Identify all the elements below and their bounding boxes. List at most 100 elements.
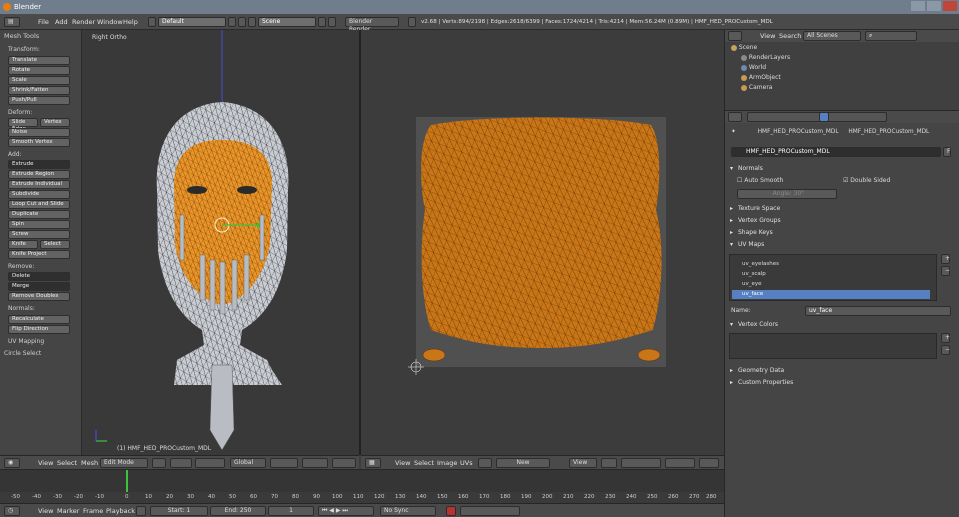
vertex-slide-button[interactable]: Vertex (40, 118, 70, 127)
uv-maps-list[interactable]: uv_eyelashes uv_scalp uv_eye uv_face (729, 254, 937, 301)
loop-cut-button[interactable]: Loop Cut and Slide (8, 200, 70, 209)
maximize-button[interactable] (927, 1, 941, 11)
orientation-dropdown[interactable]: Global (230, 458, 266, 468)
start-frame-field[interactable]: Start: 1 (150, 506, 208, 516)
uv-map-item[interactable]: uv_eye (732, 280, 930, 289)
editor-type-properties-icon[interactable] (728, 112, 742, 122)
editor-type-outliner-icon[interactable] (728, 31, 742, 41)
uv-map-item[interactable]: uv_eyelashes (732, 260, 930, 269)
uv-maps-panel[interactable]: UV Maps (728, 239, 950, 250)
3d-viewport[interactable]: Right Ortho (1) HMF_HED_PROCustom_MDL (82, 30, 359, 455)
current-frame-field[interactable]: 1 (268, 506, 314, 516)
menu-view-outliner[interactable]: View (760, 31, 775, 41)
uv-mapping-label[interactable]: UV Mapping (8, 338, 44, 345)
menu-add[interactable]: Add (55, 17, 68, 27)
keying-set-field[interactable] (460, 506, 520, 516)
layout-close-icon[interactable] (238, 17, 246, 27)
shape-keys-panel[interactable]: Shape Keys (728, 227, 950, 238)
auto-smooth-checkbox[interactable]: ☐ Auto Smooth (737, 177, 783, 184)
uv-map-item-active[interactable]: uv_face (732, 290, 930, 299)
editor-type-uv-icon[interactable]: ▦ (365, 458, 381, 468)
flip-direction-button[interactable]: Flip Direction (8, 325, 70, 334)
scene-filter-dropdown[interactable]: All Scenes (803, 31, 861, 41)
uv-image-editor[interactable] (361, 30, 724, 455)
image-browse-icon[interactable] (478, 458, 492, 468)
noise-button[interactable]: Noise (8, 128, 70, 137)
menu-marker[interactable]: Marker (57, 506, 79, 516)
vertex-colors-list[interactable] (729, 333, 937, 359)
uv-snap-icon[interactable] (665, 458, 695, 468)
menu-playback[interactable]: Playback (106, 506, 135, 516)
normals-panel[interactable]: Normals (728, 163, 950, 174)
subdivide-button[interactable]: Subdivide (8, 190, 70, 199)
shading-icon[interactable] (152, 458, 166, 468)
extrude-individual-button[interactable]: Extrude Individual (8, 180, 70, 189)
outliner-item-scene[interactable]: Scene (731, 43, 757, 53)
editor-type-3d-icon[interactable]: ◉ (4, 458, 20, 468)
knife-button[interactable]: Knife (8, 240, 38, 249)
render-engine-dropdown[interactable]: Blender Render (345, 17, 399, 33)
timeline-track[interactable] (0, 470, 724, 492)
menu-view-timeline[interactable]: View (38, 506, 53, 516)
layout-icon[interactable] (148, 17, 156, 27)
uv-name-field[interactable]: uv_face (805, 306, 951, 316)
mesh-data-tab-icon[interactable] (819, 112, 829, 122)
uv-select-mode-icon[interactable] (621, 458, 661, 468)
pivot-icon[interactable] (170, 458, 192, 468)
extrude-region-button[interactable]: Extrude Region (8, 170, 70, 179)
vertex-colors-panel[interactable]: Vertex Colors (728, 319, 950, 330)
push-pull-button[interactable]: Push/Pull (8, 96, 70, 105)
sync-dropdown[interactable]: No Sync (380, 506, 436, 516)
outliner-item-armobject[interactable]: ArmObject (741, 73, 781, 83)
add-vertex-color-button[interactable]: + (941, 333, 950, 343)
timeline[interactable]: -50 -40 -30 -20 -10 0 10 20 30 40 50 60 … (0, 469, 724, 504)
view-dropdown-uv[interactable]: View (569, 458, 597, 468)
manipulator-icon[interactable] (195, 458, 225, 468)
minimize-button[interactable] (911, 1, 925, 11)
remove-vertex-color-button[interactable]: − (941, 345, 950, 355)
menu-search[interactable]: Search (779, 31, 801, 41)
screw-button[interactable]: Screw (8, 230, 70, 239)
uv-pivot-icon[interactable] (601, 458, 617, 468)
select-mode-icon[interactable] (270, 458, 298, 468)
vertex-groups-panel[interactable]: Vertex Groups (728, 215, 950, 226)
knife-project-button[interactable]: Knife Project (8, 250, 70, 259)
texture-space-panel[interactable]: Texture Space (728, 203, 950, 214)
menu-file[interactable]: File (38, 17, 49, 27)
scene-icon[interactable] (248, 17, 256, 27)
menu-help[interactable]: Help (123, 17, 138, 27)
menu-uvs[interactable]: UVs (460, 458, 473, 468)
menu-render[interactable]: Render (72, 17, 95, 27)
delete-dropdown[interactable]: Delete (8, 272, 70, 281)
menu-view-3d[interactable]: View (38, 458, 53, 468)
spin-button[interactable]: Spin (8, 220, 70, 229)
remove-uv-map-button[interactable]: − (941, 266, 950, 276)
slide-edge-button[interactable]: Slide Edge (8, 118, 38, 132)
editor-type-timeline-icon[interactable]: ◷ (4, 506, 20, 516)
menu-frame[interactable]: Frame (83, 506, 103, 516)
scene-field[interactable]: Scene (258, 17, 316, 27)
circle-select-panel[interactable]: Circle Select (4, 350, 41, 357)
merge-dropdown[interactable]: Merge (8, 282, 70, 291)
mesh-name-field[interactable]: HMF_HED_PROCustom_MDL (731, 147, 941, 157)
duplicate-button[interactable]: Duplicate (8, 210, 70, 219)
auto-keying-icon[interactable] (136, 506, 146, 516)
translate-button[interactable]: Translate (8, 56, 70, 65)
pin-icon[interactable]: ✦ (731, 129, 736, 135)
remove-doubles-button[interactable]: Remove Doubles (8, 292, 70, 301)
uv-map-item[interactable]: uv_scalp (732, 270, 930, 279)
tool-shelf-title[interactable]: Mesh Tools (4, 32, 39, 40)
menu-mesh[interactable]: Mesh (81, 458, 98, 468)
record-icon[interactable] (446, 506, 456, 516)
snap-icon[interactable] (332, 458, 356, 468)
smooth-vertex-button[interactable]: Smooth Vertex (8, 138, 70, 147)
layout-field[interactable]: Default (158, 17, 226, 27)
outliner-item-renderlayers[interactable]: RenderLayers (741, 53, 790, 63)
playback-controls[interactable]: ⏮ ◀ ▶ ⏭ (318, 506, 374, 516)
scene-add-icon[interactable] (318, 17, 326, 27)
editor-type-icon[interactable]: ▤ (4, 17, 20, 27)
head-mesh[interactable] (82, 30, 359, 455)
menu-select-uv[interactable]: Select (414, 458, 434, 468)
context-tabs[interactable] (747, 112, 887, 122)
recalculate-button[interactable]: Recalculate (8, 315, 70, 324)
